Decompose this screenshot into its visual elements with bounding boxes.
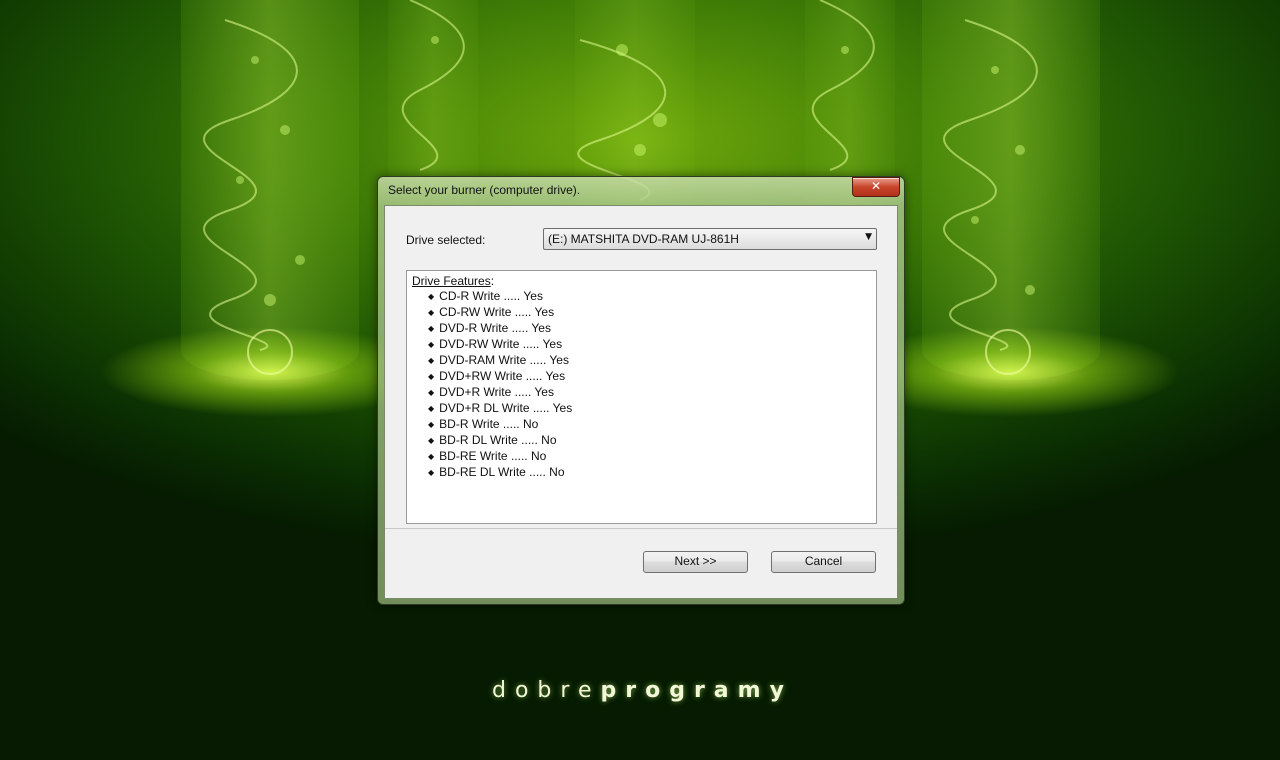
- list-item: ◆ DVD-R Write ..... Yes: [428, 321, 551, 335]
- list-item: ◆ BD-RE DL Write ..... No: [428, 465, 565, 479]
- bullet-icon: ◆: [428, 468, 435, 477]
- next-button[interactable]: Next >>: [643, 551, 748, 573]
- select-burner-dialog: Select your burner (computer drive). ✕ D…: [377, 176, 905, 605]
- chevron-down-icon: ▼: [865, 232, 872, 242]
- close-icon: ✕: [870, 179, 882, 193]
- bullet-icon: ◆: [428, 452, 435, 461]
- drive-select[interactable]: (E:) MATSHITA DVD-RAM UJ-861H ▼: [543, 228, 877, 250]
- bullet-icon: ◆: [428, 388, 435, 397]
- list-item: ◆ BD-R DL Write ..... No: [428, 433, 557, 447]
- drive-features-box: Drive Features: ◆ CD-R Write ..... Yes ◆ C…: [406, 270, 877, 524]
- list-item: ◆ DVD-RW Write ..... Yes: [428, 337, 563, 351]
- close-button[interactable]: ✕: [852, 177, 900, 197]
- list-item: ◆ BD-RE Write ..... No: [428, 449, 547, 463]
- bullet-icon: ◆: [428, 308, 435, 317]
- bullet-icon: ◆: [428, 404, 435, 413]
- bullet-icon: ◆: [428, 340, 435, 349]
- drive-features-heading: Drive Features:: [412, 274, 495, 288]
- list-item: ◆ DVD-RAM Write ..... Yes: [428, 353, 569, 367]
- list-item: ◆ CD-R Write ..... Yes: [428, 289, 543, 303]
- list-item: ◆ BD-R Write ..... No: [428, 417, 539, 431]
- divider: [385, 528, 897, 529]
- bullet-icon: ◆: [428, 420, 435, 429]
- dialog-title: Select your burner (computer drive).: [388, 183, 581, 197]
- drive-selected-label: Drive selected:: [406, 233, 486, 247]
- drive-features-list: ◆ CD-R Write ..... Yes ◆ CD-RW Write .....…: [428, 289, 572, 481]
- dialog-client-area: Drive selected: (E:) MATSHITA DVD-RAM UJ…: [384, 205, 898, 599]
- bullet-icon: ◆: [428, 356, 435, 365]
- cancel-button[interactable]: Cancel: [771, 551, 876, 573]
- list-item: ◆ DVD+R Write ..... Yes: [428, 385, 554, 399]
- list-item: ◆ DVD+R DL Write ..... Yes: [428, 401, 573, 415]
- bullet-icon: ◆: [428, 372, 435, 381]
- list-item: ◆ CD-RW Write ..... Yes: [428, 305, 555, 319]
- bullet-icon: ◆: [428, 436, 435, 445]
- list-item: ◆ DVD+RW Write ..... Yes: [428, 369, 566, 383]
- drive-select-value: (E:) MATSHITA DVD-RAM UJ-861H: [548, 232, 739, 246]
- brand-logo: dobreprogramy: [492, 678, 793, 703]
- bullet-icon: ◆: [428, 292, 435, 301]
- bullet-icon: ◆: [428, 324, 435, 333]
